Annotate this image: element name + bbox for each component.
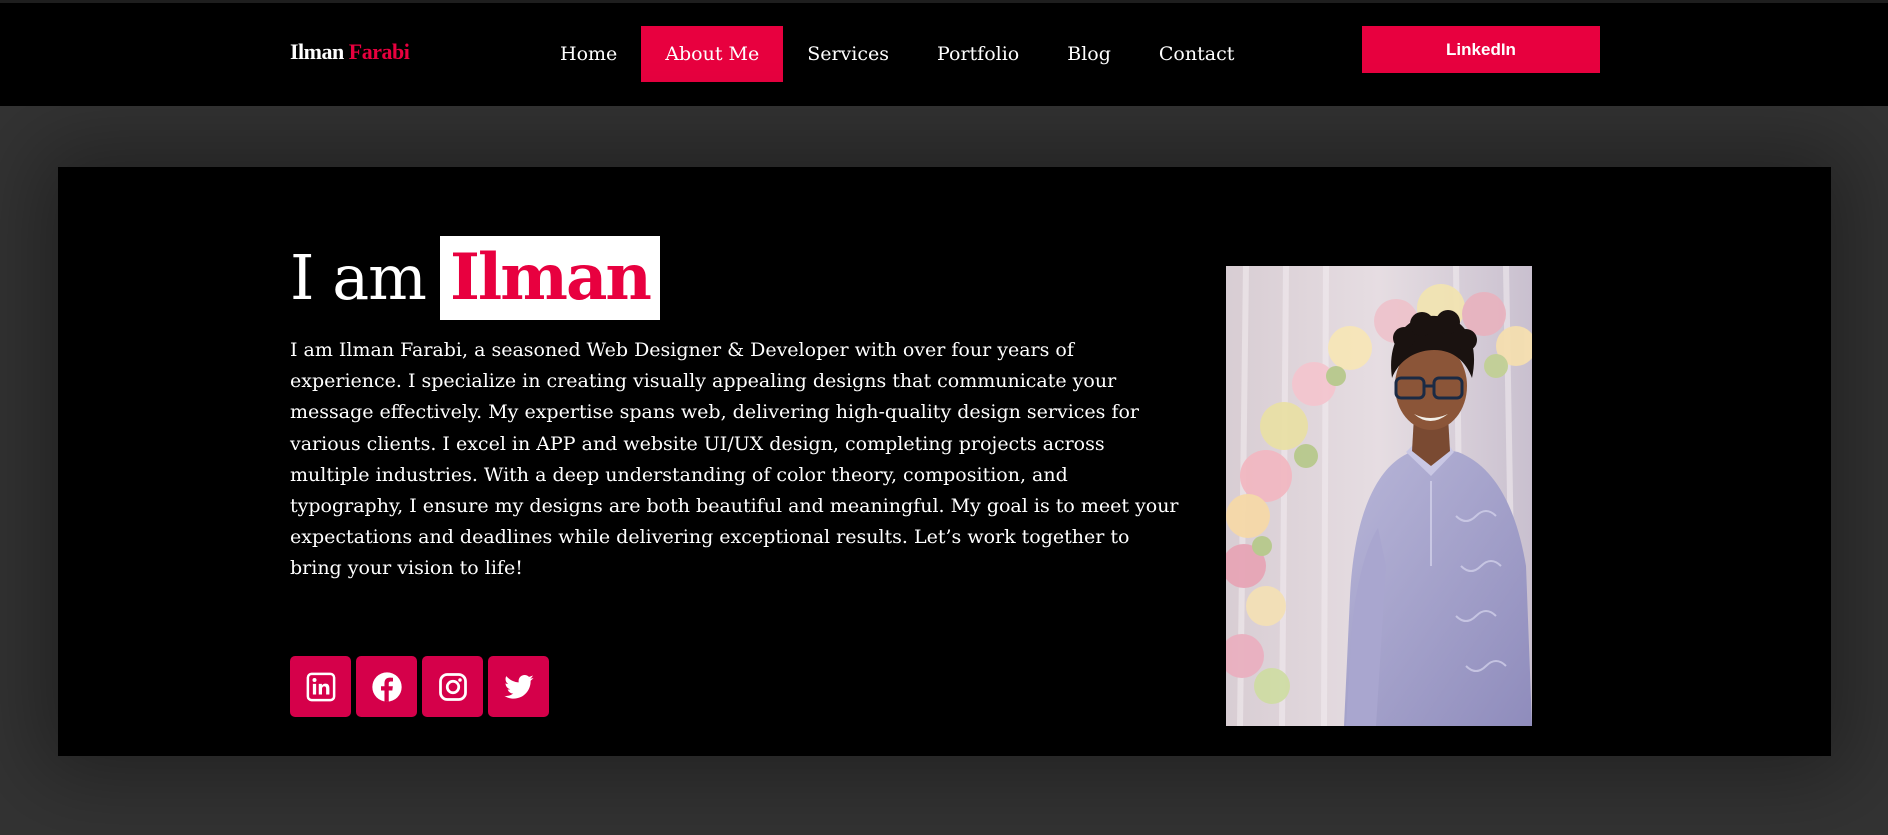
hero-heading: I am Ilman	[290, 236, 660, 320]
nav-item-contact[interactable]: Contact	[1135, 26, 1258, 82]
linkedin-button[interactable]: LinkedIn	[1362, 26, 1600, 73]
linkedin-icon	[306, 672, 335, 701]
social-links	[290, 656, 554, 717]
instagram-social-button[interactable]	[422, 656, 483, 717]
main-nav: Home About Me Services Portfolio Blog Co…	[536, 26, 1258, 82]
about-hero-section: I am Ilman I am Ilman Farabi, a seasoned…	[58, 167, 1831, 756]
bio-paragraph: I am Ilman Farabi, a seasoned Web Design…	[290, 339, 1179, 580]
twitter-social-button[interactable]	[488, 656, 549, 717]
logo-first-name: Ilman	[290, 39, 344, 64]
heading-name-highlight: Ilman	[439, 236, 660, 320]
logo-last-name: Farabi	[348, 39, 410, 64]
site-header: Ilman Farabi Home About Me Services Port…	[0, 0, 1888, 106]
nav-item-blog[interactable]: Blog	[1043, 26, 1135, 82]
nav-item-portfolio[interactable]: Portfolio	[913, 26, 1043, 82]
linkedin-social-button[interactable]	[290, 656, 351, 717]
facebook-icon	[371, 671, 402, 702]
instagram-icon	[438, 672, 467, 701]
nav-item-about-me[interactable]: About Me	[641, 26, 784, 82]
facebook-social-button[interactable]	[356, 656, 417, 717]
nav-item-home[interactable]: Home	[536, 26, 641, 82]
heading-prefix: I am	[290, 241, 427, 314]
site-logo[interactable]: Ilman Farabi	[290, 39, 410, 65]
twitter-icon	[503, 674, 534, 699]
portrait-photo	[1226, 266, 1532, 726]
nav-item-services[interactable]: Services	[783, 26, 913, 82]
